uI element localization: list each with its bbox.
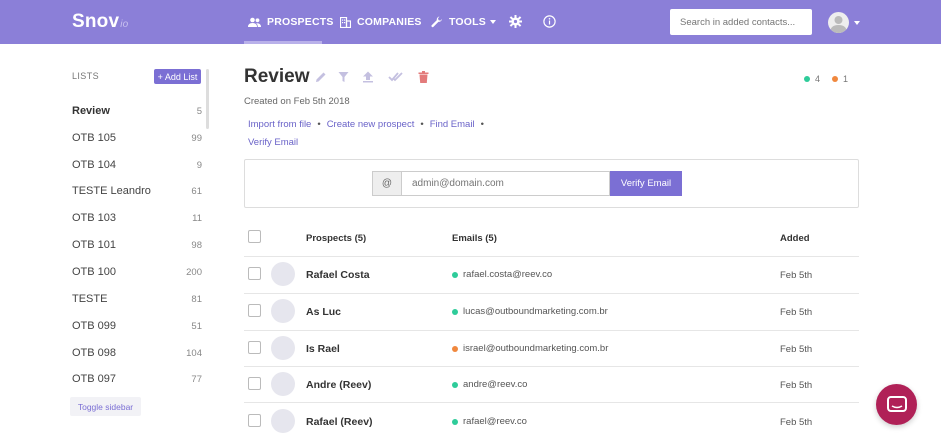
prospect-name[interactable]: Andre (Reev)	[306, 379, 371, 391]
sidebar-item[interactable]: OTB 097 77	[72, 370, 202, 388]
chevron-down-icon[interactable]	[854, 21, 860, 25]
at-icon: @	[372, 171, 402, 196]
avatar	[271, 262, 295, 286]
valid-count-badge: 4	[804, 74, 820, 84]
sidebar-item[interactable]: OTB 105 99	[72, 129, 202, 147]
select-all-checkbox[interactable]	[248, 230, 261, 243]
sidebar-item[interactable]: OTB 101 98	[72, 236, 202, 254]
row-checkbox[interactable]	[248, 414, 261, 427]
unknown-count-badge: 1	[832, 74, 848, 84]
column-header-added[interactable]: Added	[780, 233, 810, 244]
avatar	[271, 372, 295, 396]
column-header-emails[interactable]: Emails (5)	[452, 233, 497, 244]
page-title: Review	[244, 66, 310, 87]
sidebar-item[interactable]: OTB 099 51	[72, 317, 202, 335]
user-avatar[interactable]	[828, 12, 849, 33]
trash-icon[interactable]	[418, 71, 429, 83]
prospect-email: andre@reev.co	[452, 379, 527, 390]
sidebar-item[interactable]: TESTE 81	[72, 290, 202, 308]
row-divider	[244, 256, 859, 257]
prospect-name[interactable]: As Luc	[306, 306, 341, 318]
chat-icon	[886, 395, 907, 412]
active-tab-indicator	[244, 41, 322, 44]
prospect-email: rafael.costa@reev.co	[452, 269, 552, 280]
verify-email-button[interactable]: Verify Email	[610, 171, 682, 196]
import-link[interactable]: Import from file	[248, 119, 311, 130]
building-icon	[340, 16, 351, 28]
avatar	[271, 409, 295, 433]
sidebar-item[interactable]: OTB 104 9	[72, 156, 202, 174]
sidebar-item[interactable]: OTB 098 104	[72, 344, 202, 362]
email-status-summary: 4 1	[798, 68, 858, 90]
prospect-email: israel@outboundmarketing.com.br	[452, 343, 608, 354]
prospect-name[interactable]: Is Rael	[306, 343, 340, 355]
row-divider	[244, 293, 859, 294]
logo[interactable]: Snovio	[72, 11, 128, 33]
row-checkbox[interactable]	[248, 377, 261, 390]
sidebar-item[interactable]: OTB 100 200	[72, 263, 202, 281]
search-input[interactable]	[670, 9, 812, 35]
avatar	[271, 336, 295, 360]
users-icon	[248, 17, 261, 27]
nav-prospects[interactable]: PROSPECTS	[248, 14, 334, 30]
double-check-icon[interactable]	[388, 71, 404, 83]
find-email-link[interactable]: Find Email	[430, 119, 475, 130]
sidebar-scrollbar[interactable]	[206, 69, 209, 129]
added-date: Feb 5th	[780, 417, 813, 428]
sidebar-item[interactable]: TESTE Leandro 61	[72, 182, 202, 200]
prospect-email: rafael@reev.co	[452, 416, 527, 427]
edit-icon[interactable]	[315, 71, 327, 83]
add-list-button[interactable]: + Add List	[154, 69, 201, 84]
filter-icon[interactable]	[338, 71, 349, 83]
added-date: Feb 5th	[780, 344, 813, 355]
added-date: Feb 5th	[780, 307, 813, 318]
nav-tools[interactable]: TOOLS	[431, 14, 496, 30]
toggle-sidebar-button[interactable]: Toggle sidebar	[70, 397, 141, 416]
verify-email-link[interactable]: Verify Email	[248, 137, 298, 148]
added-date: Feb 5th	[780, 270, 813, 281]
wrench-icon	[431, 16, 442, 28]
upload-icon[interactable]	[362, 71, 374, 83]
email-field[interactable]	[402, 171, 610, 196]
column-header-prospects[interactable]: Prospects (5)	[306, 233, 366, 244]
prospect-email: lucas@outboundmarketing.com.br	[452, 306, 608, 317]
row-checkbox[interactable]	[248, 304, 261, 317]
row-divider	[244, 402, 859, 403]
user-icon	[830, 16, 847, 33]
row-checkbox[interactable]	[248, 267, 261, 280]
row-divider	[244, 366, 859, 367]
chevron-down-icon	[489, 20, 496, 24]
sidebar-item-review[interactable]: Review 5	[72, 102, 202, 120]
create-prospect-link[interactable]: Create new prospect	[327, 119, 415, 130]
list-actions: Import from file • Create new prospect • Fin…	[248, 119, 484, 130]
row-checkbox[interactable]	[248, 341, 261, 354]
gear-icon[interactable]	[509, 15, 522, 28]
avatar	[271, 299, 295, 323]
added-date: Feb 5th	[780, 380, 813, 391]
info-icon[interactable]	[543, 15, 556, 28]
created-date: Created on Feb 5th 2018	[244, 96, 350, 107]
row-divider	[244, 330, 859, 331]
sidebar-item[interactable]: OTB 103 11	[72, 209, 202, 227]
top-navbar: Snovio PROSPECTS COMPANIES TOOLS	[0, 0, 941, 44]
nav-companies[interactable]: COMPANIES	[340, 14, 422, 30]
lists-label: LISTS	[72, 71, 100, 81]
prospect-name[interactable]: Rafael Costa	[306, 269, 370, 281]
prospect-name[interactable]: Rafael (Reev)	[306, 416, 373, 428]
chat-launcher-button[interactable]	[876, 384, 917, 425]
